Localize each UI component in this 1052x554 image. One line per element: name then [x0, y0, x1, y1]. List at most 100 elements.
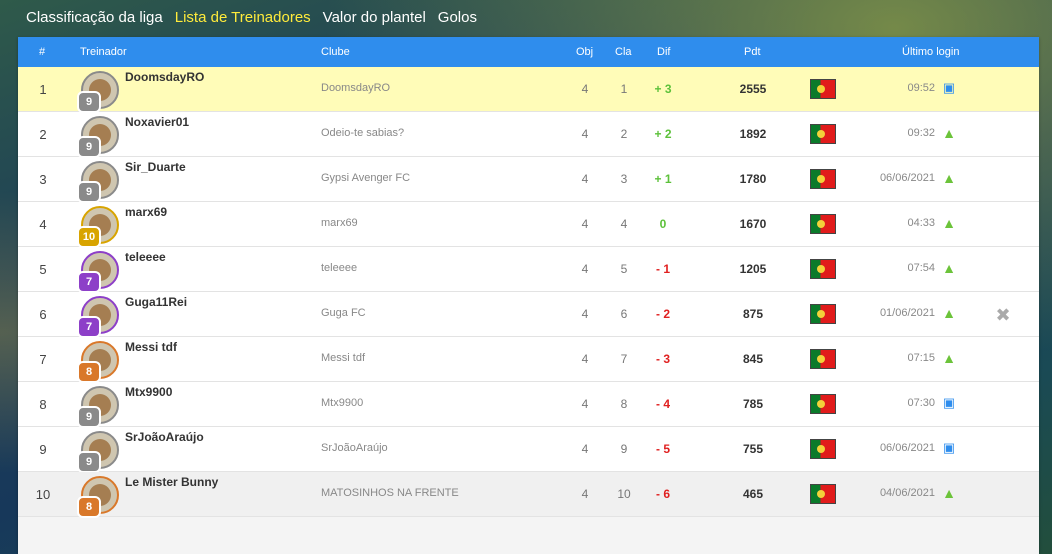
rank: 9: [39, 442, 47, 457]
rank: 7: [39, 352, 47, 367]
club-name[interactable]: teleeee: [321, 262, 357, 274]
last-login: 06/06/2021: [879, 172, 935, 184]
club-name[interactable]: MATOSINHOS NA FRENTE: [321, 487, 459, 499]
desktop-icon: ▣: [942, 80, 956, 95]
header-dif[interactable]: Dif: [657, 37, 670, 67]
tab-coach-list[interactable]: Lista de Treinadores: [175, 8, 311, 28]
android-icon: ▲: [942, 215, 956, 231]
table-row[interactable]: 4 10 marx69 marx69 4 4 0 1670 04:33 ▲: [18, 202, 1039, 248]
last-login: 01/06/2021: [879, 307, 935, 319]
coach-name[interactable]: Mtx9900: [125, 385, 172, 399]
header-obj[interactable]: Obj: [576, 37, 593, 67]
club-name[interactable]: Odeio-te sabias?: [321, 127, 404, 139]
portugal-flag-icon: [810, 124, 836, 144]
level-badge: 9: [77, 181, 101, 203]
club-name[interactable]: SrJoãoAraújo: [321, 442, 388, 454]
table-row[interactable]: 8 9 Mtx9900 Mtx9900 4 8 - 4 785 07:30 ▣: [18, 382, 1039, 428]
classification: 3: [620, 172, 628, 186]
classification: 6: [620, 307, 628, 321]
portugal-flag-icon: [810, 304, 836, 324]
android-icon: ▲: [942, 260, 956, 276]
classification: 1: [620, 82, 628, 96]
club-name[interactable]: Messi tdf: [321, 352, 365, 364]
objective: 4: [581, 127, 589, 141]
coach-name[interactable]: marx69: [125, 205, 167, 219]
classification: 7: [620, 352, 628, 366]
rank: 1: [39, 82, 47, 97]
table-row[interactable]: 2 9 Noxavier01 Odeio-te sabias? 4 2 + 2 1892 09:…: [18, 112, 1039, 158]
header-last-login[interactable]: Último login: [902, 37, 959, 67]
portugal-flag-icon: [810, 439, 836, 459]
rank: 10: [35, 487, 51, 502]
portugal-flag-icon: [810, 79, 836, 99]
difference: + 1: [654, 172, 672, 186]
points: 1670: [739, 217, 767, 231]
difference: - 6: [655, 487, 670, 501]
level-badge: 7: [77, 316, 101, 338]
portugal-flag-icon: [810, 259, 836, 279]
coach-name[interactable]: teleeee: [125, 250, 166, 264]
difference: 0: [659, 217, 667, 231]
last-login: 09:32: [907, 127, 935, 139]
last-login: 07:54: [907, 262, 935, 274]
android-icon: ▲: [942, 485, 956, 501]
android-icon: ▲: [942, 350, 956, 366]
classification: 8: [620, 397, 628, 411]
coach-name[interactable]: Noxavier01: [125, 115, 189, 129]
classification: 2: [620, 127, 628, 141]
coach-name[interactable]: Sir_Duarte: [125, 160, 186, 174]
points: 785: [742, 397, 764, 411]
desktop-icon: ▣: [942, 440, 956, 455]
table-row[interactable]: 1 9 DoomsdayRO DoomsdayRO 4 1 + 3 2555 09:52 ▣: [18, 67, 1039, 113]
table-row[interactable]: 10 8 Le Mister Bunny MATOSINHOS NA FRENTE 4 1…: [18, 472, 1039, 518]
points: 845: [742, 352, 764, 366]
classification: 10: [617, 487, 631, 501]
coach-name[interactable]: DoomsdayRO: [125, 70, 204, 84]
header-rank[interactable]: #: [39, 37, 45, 67]
coach-name[interactable]: Guga11Rei: [125, 295, 187, 309]
level-badge: 9: [77, 451, 101, 473]
objective: 4: [581, 172, 589, 186]
table-row[interactable]: 3 9 Sir_Duarte Gypsi Avenger FC 4 3 + 1 1780 06/…: [18, 157, 1039, 203]
last-login: 06/06/2021: [879, 442, 935, 454]
android-icon: ▲: [942, 305, 956, 321]
points: 1205: [739, 262, 767, 276]
tab-league-standings[interactable]: Classificação da liga: [26, 8, 163, 28]
portugal-flag-icon: [810, 169, 836, 189]
portugal-flag-icon: [810, 484, 836, 504]
table-row[interactable]: 5 7 teleeee teleeee 4 5 - 1 1205 07:54 ▲: [18, 247, 1039, 293]
coach-table: # Treinador Clube Obj Cla Dif Pdt Último…: [18, 37, 1039, 554]
last-login: 07:15: [907, 352, 935, 364]
table-row[interactable]: 9 9 SrJoãoAraújo SrJoãoAraújo 4 9 - 5 755 06/06/…: [18, 427, 1039, 473]
header-pdt[interactable]: Pdt: [744, 37, 761, 67]
table-row[interactable]: 7 8 Messi tdf Messi tdf 4 7 - 3 845 07:15 ▲: [18, 337, 1039, 383]
club-name[interactable]: DoomsdayRO: [321, 82, 390, 94]
rank: 2: [39, 127, 47, 142]
last-login: 04/06/2021: [879, 487, 935, 499]
last-login: 04:33: [907, 217, 935, 229]
android-icon: ▲: [942, 125, 956, 141]
club-name[interactable]: Mtx9900: [321, 397, 363, 409]
coach-name[interactable]: Messi tdf: [125, 340, 177, 354]
coach-name[interactable]: SrJoãoAraújo: [125, 430, 204, 444]
difference: - 2: [655, 307, 670, 321]
portugal-flag-icon: [810, 214, 836, 234]
classification: 9: [620, 442, 628, 456]
difference: - 1: [655, 262, 670, 276]
difference: - 3: [655, 352, 670, 366]
header-cla[interactable]: Cla: [615, 37, 632, 67]
level-badge: 7: [77, 271, 101, 293]
club-name[interactable]: Guga FC: [321, 307, 366, 319]
coach-name[interactable]: Le Mister Bunny: [125, 475, 218, 489]
rank: 3: [39, 172, 47, 187]
club-name[interactable]: marx69: [321, 217, 358, 229]
objective: 4: [581, 82, 589, 96]
club-name[interactable]: Gypsi Avenger FC: [321, 172, 410, 184]
objective: 4: [581, 262, 589, 276]
remove-user-icon[interactable]: ✖: [991, 303, 1015, 327]
header-club[interactable]: Clube: [321, 37, 350, 67]
header-coach[interactable]: Treinador: [80, 37, 127, 67]
tab-squad-value[interactable]: Valor do plantel: [323, 8, 426, 28]
tab-goals[interactable]: Golos: [438, 8, 477, 28]
table-row[interactable]: 6 7 Guga11Rei Guga FC 4 6 - 2 875 01/06/2021 ▲ ✖: [18, 292, 1039, 338]
